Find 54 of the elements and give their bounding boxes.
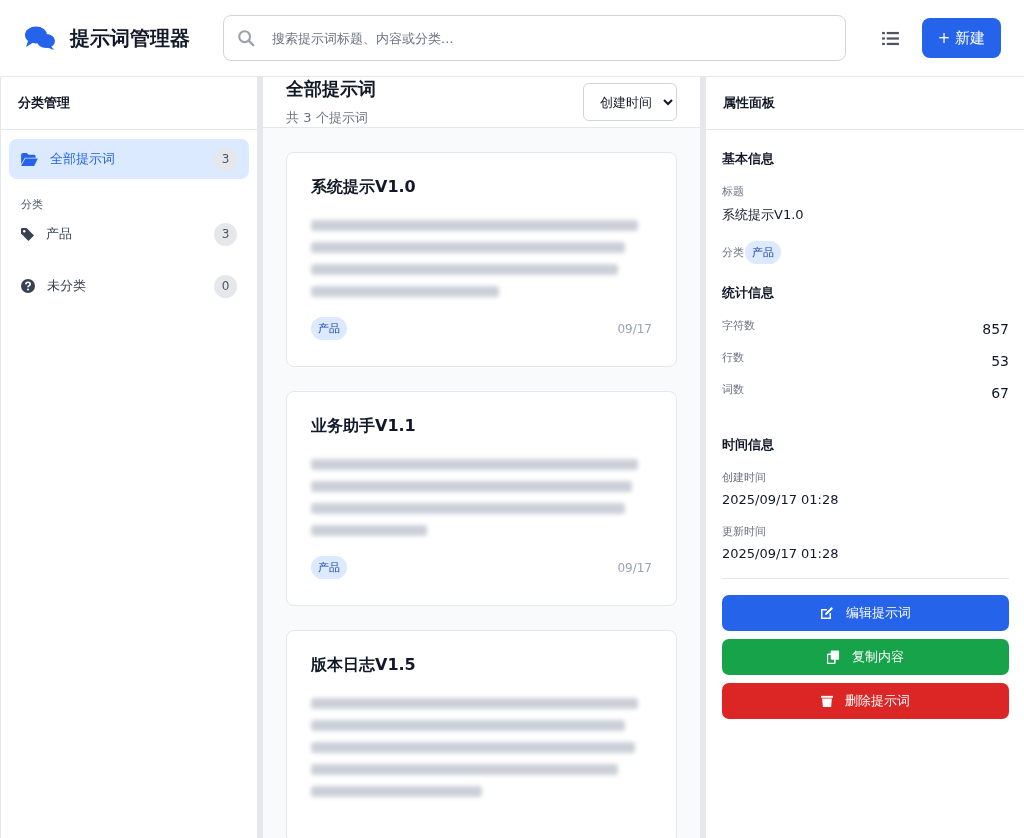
field-value: 系统提示V1.0 <box>722 206 805 224</box>
card-date: 09/17 <box>617 321 652 336</box>
card-title: 系统提示V1.0 <box>311 177 417 198</box>
edit-button[interactable]: 编辑提示词 <box>722 595 1009 631</box>
section-heading: 时间信息 <box>722 436 775 454</box>
section-heading: 基本信息 <box>722 150 775 168</box>
prompt-card[interactable]: 业务助手V1.1 产品 09/17 <box>286 391 677 606</box>
category-label: 未分类 <box>47 277 87 295</box>
list-icon <box>882 30 900 46</box>
app-title: 提示词管理器 <box>70 24 190 52</box>
folder-icon <box>21 152 38 166</box>
copy-icon <box>827 650 840 664</box>
category-item[interactable]: 未分类 0 <box>9 266 249 306</box>
chat-bubbles-icon <box>24 25 56 51</box>
search-field[interactable]: 搜索提示词标题、内容或分类... <box>223 15 846 61</box>
field-value: 2025/09/17 01:28 <box>722 546 840 561</box>
stat-value: 857 <box>982 320 1009 339</box>
field-label: 创建时间 <box>722 470 767 485</box>
stat-label: 行数 <box>722 350 744 366</box>
delete-button[interactable]: 删除提示词 <box>722 683 1009 719</box>
count-badge: 3 <box>214 222 237 246</box>
sort-dropdown[interactable]: 创建时间 <box>583 83 677 121</box>
category-tag: 产品 <box>311 556 347 579</box>
stat-label: 字符数 <box>722 318 755 334</box>
category-item[interactable]: 产品 3 <box>9 214 249 254</box>
section-label: 分类 <box>20 197 44 213</box>
trash-icon <box>821 694 833 708</box>
category-item[interactable]: 全部提示词 3 <box>9 139 249 179</box>
list-title: 全部提示词 <box>286 77 376 101</box>
field-label: 分类 <box>722 245 744 260</box>
category-label: 全部提示词 <box>50 150 116 168</box>
category-tag: 产品 <box>311 317 347 340</box>
field-label: 标题 <box>722 184 745 199</box>
stat-value: 67 <box>991 384 1009 403</box>
section-heading: 统计信息 <box>722 284 775 302</box>
prompt-card[interactable]: 系统提示V1.0 产品 09/17 <box>286 152 677 367</box>
card-date: 09/17 <box>617 560 652 575</box>
count-badge: 0 <box>214 274 237 298</box>
count-badge: 3 <box>214 147 237 171</box>
prompt-card[interactable]: 版本日志V1.5 <box>286 630 677 838</box>
category-label: 产品 <box>46 225 73 243</box>
card-title: 业务助手V1.1 <box>311 416 417 437</box>
stat-value: 53 <box>991 352 1009 371</box>
new-button[interactable]: + 新建 <box>921 18 1001 58</box>
question-icon <box>21 279 35 293</box>
field-value: 2025/09/17 01:28 <box>722 492 840 507</box>
stat-label: 词数 <box>722 382 744 398</box>
tag-icon <box>21 227 34 241</box>
card-title: 版本日志V1.5 <box>311 655 417 676</box>
field-label: 更新时间 <box>722 524 767 539</box>
panel-title: 属性面板 <box>706 77 1024 130</box>
edit-icon <box>820 606 834 620</box>
category-tag: 产品 <box>745 241 781 264</box>
list-count: 共 3 个提示词 <box>286 109 369 127</box>
